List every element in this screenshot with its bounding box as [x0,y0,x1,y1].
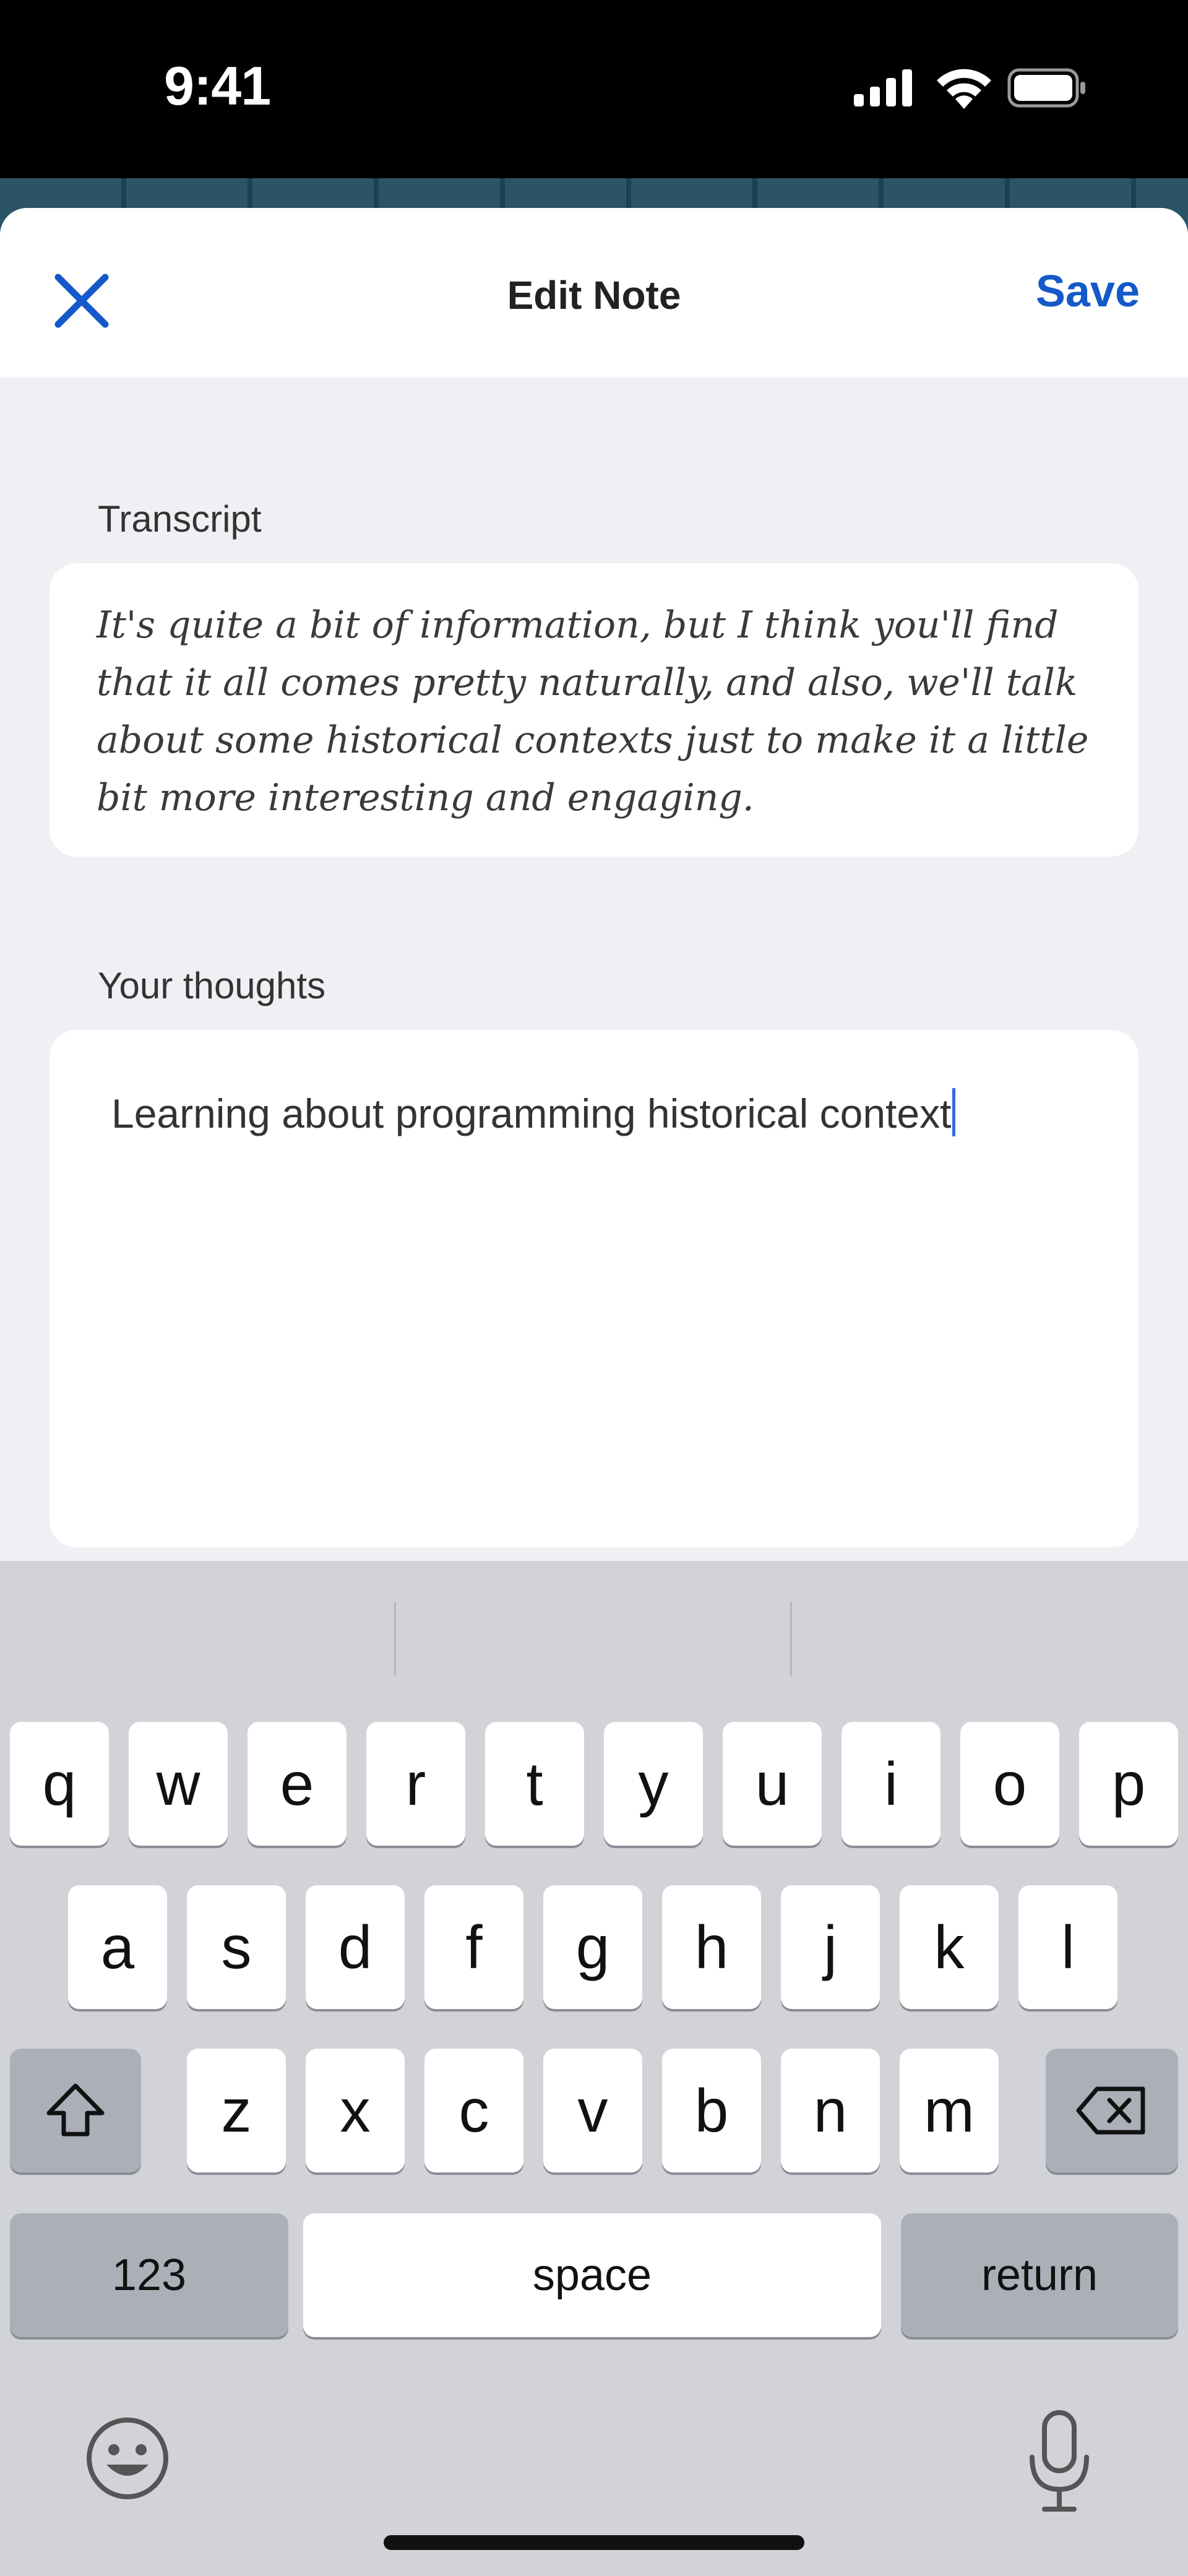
key-t[interactable]: t [485,1722,584,1846]
thoughts-label: Your thoughts [98,965,326,1006]
transcript-text: It's quite a bit of information, but I t… [97,603,1089,819]
key-c[interactable]: c [424,2049,523,2172]
battery-icon [1007,68,1085,108]
key-e[interactable]: e [248,1722,346,1846]
suggestion-divider [394,1602,396,1676]
shift-icon [46,2083,105,2137]
status-bar: 9:41 [0,0,1188,178]
save-button[interactable]: Save [1036,266,1140,317]
key-h[interactable]: h [662,1885,761,2009]
key-d[interactable]: d [306,1885,405,2009]
key-x[interactable]: x [306,2049,405,2172]
cellular-signal-icon [854,69,912,106]
thoughts-input[interactable]: Learning about programming historical co… [50,1030,1138,1547]
key-w[interactable]: w [129,1722,228,1846]
transcript-label: Transcript [98,498,262,540]
key-u[interactable]: u [723,1722,822,1846]
shift-key[interactable] [10,2049,141,2172]
key-o[interactable]: o [960,1722,1059,1846]
thoughts-field[interactable]: Learning about programming historical co… [111,1088,956,1137]
nav-bar: Edit Note Save [0,208,1188,378]
numbers-key[interactable]: 123 [10,2213,288,2337]
wifi-icon [937,69,991,109]
suggestion-divider [790,1602,792,1676]
key-m[interactable]: m [900,2049,999,2172]
text-caret [952,1088,956,1136]
space-key[interactable]: space [303,2213,881,2337]
delete-key[interactable] [1046,2049,1178,2172]
page-title: Edit Note [507,273,681,318]
key-q[interactable]: q [10,1722,109,1846]
key-g[interactable]: g [543,1885,642,2009]
home-indicator [384,2535,804,2550]
key-l[interactable]: l [1018,1885,1117,2009]
key-j[interactable]: j [781,1885,880,2009]
key-i[interactable]: i [842,1722,940,1846]
key-p[interactable]: p [1079,1722,1178,1846]
key-y[interactable]: y [604,1722,703,1846]
key-r[interactable]: r [366,1722,465,1846]
microphone-icon[interactable] [1022,2409,1096,2514]
key-v[interactable]: v [543,2049,642,2172]
keyboard: q w e r t y u i o p a s d f g h j k l z … [0,1561,1188,2576]
key-b[interactable]: b [662,2049,761,2172]
key-a[interactable]: a [68,1885,167,2009]
key-s[interactable]: s [187,1885,286,2009]
key-f[interactable]: f [424,1885,523,2009]
key-k[interactable]: k [900,1885,999,2009]
key-n[interactable]: n [781,2049,880,2172]
transcript-card: It's quite a bit of information, but I t… [50,563,1138,857]
status-time: 9:41 [164,55,271,116]
emoji-icon[interactable] [84,2415,171,2502]
return-key[interactable]: return [901,2213,1178,2337]
backspace-icon [1076,2086,1145,2135]
thoughts-value: Learning about programming historical co… [111,1091,952,1136]
key-z[interactable]: z [187,2049,286,2172]
